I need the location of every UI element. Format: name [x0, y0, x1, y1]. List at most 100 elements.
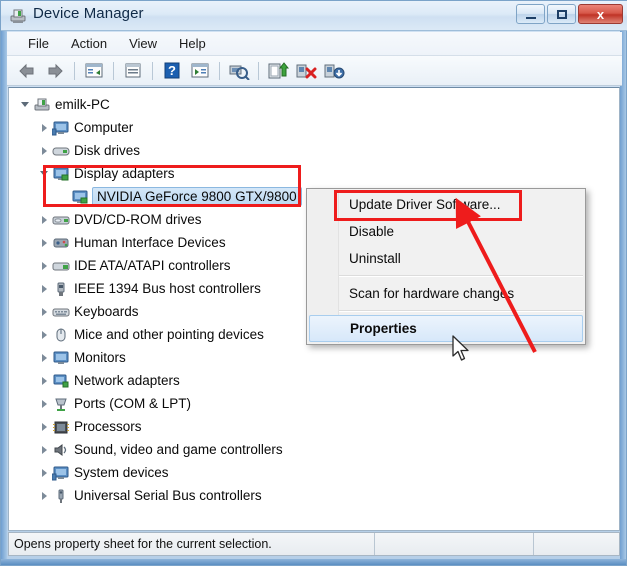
window-controls: x — [516, 4, 623, 24]
forward-button[interactable] — [42, 59, 68, 83]
tree-item-label: Disk drives — [74, 143, 141, 158]
tree-item[interactable]: Universal Serial Bus controllers — [9, 484, 619, 507]
monitor-icon — [52, 350, 70, 366]
status-bar-text: Opens property sheet for the current sel… — [14, 537, 272, 551]
toolbar-separator — [74, 61, 75, 80]
hid-icon — [52, 235, 70, 251]
status-bar-section-3 — [533, 533, 619, 555]
display-adapter-icon — [52, 166, 70, 182]
tree-item[interactable]: Monitors — [9, 346, 619, 369]
tree-item[interactable]: Ports (COM & LPT) — [9, 392, 619, 415]
display-adapter-icon — [71, 189, 89, 205]
context-menu-separator — [339, 310, 583, 312]
processor-icon — [52, 419, 70, 435]
device-manager-window: Device Manager x File Action View Help ?… — [0, 0, 627, 566]
expand-triangle-icon[interactable] — [36, 376, 52, 385]
sound-icon — [52, 442, 70, 458]
toolbar-separator — [219, 61, 220, 80]
expand-triangle-icon[interactable] — [36, 445, 52, 454]
context-menu-separator — [339, 275, 583, 277]
window-title: Device Manager — [33, 5, 144, 22]
status-bar: Opens property sheet for the current sel… — [8, 532, 620, 556]
tree-item[interactable]: Display adapters — [9, 162, 619, 185]
disable-button[interactable] — [321, 59, 347, 83]
menu-item-file[interactable]: File — [17, 34, 60, 53]
menu-item-help[interactable]: Help — [168, 34, 217, 53]
tree-item[interactable]: emilk-PC — [9, 93, 619, 116]
svg-text:?: ? — [168, 63, 176, 78]
context-menu-item-uninstall[interactable]: Uninstall — [307, 245, 585, 272]
toolbar-separator — [152, 61, 153, 80]
expand-triangle-icon[interactable] — [36, 215, 52, 224]
tree-item[interactable]: System devices — [9, 461, 619, 484]
usb-icon — [52, 488, 70, 504]
collapse-triangle-icon[interactable] — [17, 102, 33, 107]
tree-item-label: Network adapters — [74, 373, 180, 388]
expand-triangle-icon[interactable] — [36, 468, 52, 477]
context-menu-item-properties[interactable]: Properties — [309, 315, 583, 342]
tree-item-label: IDE ATA/ATAPI controllers — [74, 258, 231, 273]
maximize-icon — [556, 9, 567, 19]
tree-item[interactable]: Sound, video and game controllers — [9, 438, 619, 461]
context-menu-item-scan-for-hardware-changes[interactable]: Scan for hardware changes — [307, 280, 585, 307]
context-menu-items: Update Driver Software... Disable Uninstal… — [307, 191, 585, 342]
port-icon — [52, 396, 70, 412]
context-menu-item-update-driver-software[interactable]: Update Driver Software... — [307, 191, 585, 218]
disk-drive-icon — [52, 143, 70, 159]
properties-button[interactable] — [120, 59, 146, 83]
window-frame-right — [620, 31, 626, 565]
help-button[interactable]: ? — [159, 59, 185, 83]
expand-triangle-icon[interactable] — [36, 284, 52, 293]
expand-triangle-icon[interactable] — [36, 238, 52, 247]
tree-item-label: System devices — [74, 465, 169, 480]
expand-triangle-icon[interactable] — [36, 491, 52, 500]
back-button[interactable] — [14, 59, 40, 83]
tree-item-label: Display adapters — [74, 166, 175, 181]
computer-root-icon — [33, 97, 51, 113]
window-frame-left — [1, 31, 7, 565]
expand-triangle-icon[interactable] — [36, 399, 52, 408]
expand-triangle-icon[interactable] — [36, 123, 52, 132]
tree-item[interactable]: Computer — [9, 116, 619, 139]
show-hide-console-tree-button[interactable] — [81, 59, 107, 83]
update-driver-software-button[interactable] — [265, 59, 291, 83]
expand-triangle-icon[interactable] — [36, 261, 52, 270]
device-manager-screenshot: Device Manager x File Action View Help ?… — [0, 0, 627, 566]
tree-item-label: Ports (COM & LPT) — [74, 396, 192, 411]
tree-item-label: IEEE 1394 Bus host controllers — [74, 281, 261, 296]
view-button[interactable] — [187, 59, 213, 83]
system-device-icon — [52, 465, 70, 481]
expand-triangle-icon[interactable] — [36, 146, 52, 155]
context-menu-item-disable[interactable]: Disable — [307, 218, 585, 245]
minimize-button[interactable] — [516, 4, 545, 24]
menu-item-action[interactable]: Action — [60, 34, 118, 53]
window-frame-bottom — [1, 559, 626, 565]
collapse-triangle-icon[interactable] — [36, 171, 52, 176]
close-button[interactable]: x — [578, 4, 623, 24]
context-menu[interactable]: Update Driver Software... Disable Uninstal… — [306, 188, 586, 345]
tree-item-label: Sound, video and game controllers — [74, 442, 283, 457]
tree-item-label: Computer — [74, 120, 134, 135]
device-manager-icon — [9, 7, 27, 25]
title-bar[interactable]: Device Manager x — [1, 1, 627, 31]
status-bar-section-2 — [374, 533, 533, 555]
expand-triangle-icon[interactable] — [36, 422, 52, 431]
menu-bar: File Action View Help — [7, 32, 622, 56]
toolbar-separator — [113, 61, 114, 80]
expand-triangle-icon[interactable] — [36, 330, 52, 339]
uninstall-button[interactable] — [293, 59, 319, 83]
firewire-icon — [52, 281, 70, 297]
keyboard-icon — [52, 304, 70, 320]
tree-item[interactable]: Network adapters — [9, 369, 619, 392]
computer-icon — [52, 120, 70, 136]
tree-item-label: Universal Serial Bus controllers — [74, 488, 262, 503]
network-adapter-icon — [52, 373, 70, 389]
tree-item[interactable]: Processors — [9, 415, 619, 438]
menu-item-view[interactable]: View — [118, 34, 168, 53]
expand-triangle-icon[interactable] — [36, 353, 52, 362]
tree-item-label: Human Interface Devices — [74, 235, 226, 250]
expand-triangle-icon[interactable] — [36, 307, 52, 316]
tree-item[interactable]: Disk drives — [9, 139, 619, 162]
scan-for-hardware-changes-button[interactable] — [226, 59, 252, 83]
maximize-button[interactable] — [547, 4, 576, 24]
